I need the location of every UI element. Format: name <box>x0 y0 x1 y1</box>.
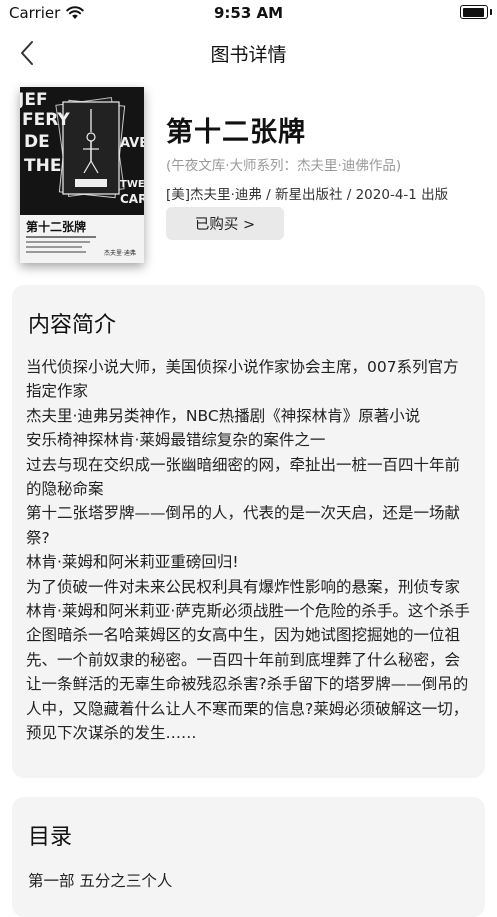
purchased-button[interactable]: 已购买 > <box>166 207 284 240</box>
battery-icon <box>460 5 492 19</box>
intro-card: 内容简介 当代侦探小说大师，美国侦探小说作家协会主席，007系列官方指定作家 杰… <box>12 285 485 778</box>
cover-art: JEF FERY DE AVER THE TWELFTH CARD 第十二张牌 … <box>20 87 144 263</box>
svg-text:第十二张牌: 第十二张牌 <box>26 219 86 234</box>
intro-heading: 内容简介 <box>28 313 117 338</box>
svg-text:杰夫里·迪弗: 杰夫里·迪弗 <box>104 249 136 257</box>
svg-text:TWELFTH: TWELFTH <box>120 179 144 190</box>
svg-text:DE: DE <box>24 132 50 152</box>
navigation-bar: 图书详情 <box>0 26 497 82</box>
toc-item[interactable]: 第一部 五分之三个人 <box>28 869 172 891</box>
svg-text:CARD: CARD <box>120 192 144 206</box>
svg-text:AVER: AVER <box>120 136 144 151</box>
book-cover: JEF FERY DE AVER THE TWELFTH CARD 第十二张牌 … <box>20 87 144 263</box>
toc-card: 目录 第一部 五分之三个人 <box>12 797 485 917</box>
purchased-button-label: 已购买 > <box>194 217 256 233</box>
toc-heading: 目录 <box>28 825 73 850</box>
svg-text:JEF: JEF <box>20 90 48 110</box>
svg-text:FERY: FERY <box>22 110 70 130</box>
svg-text:THE: THE <box>24 156 61 176</box>
book-meta: [美]杰夫里·迪弗 / 新星出版社 / 2020-4-1 出版 <box>166 187 449 203</box>
book-title: 第十二张牌 <box>166 117 306 148</box>
intro-text: 当代侦探小说大师，美国侦探小说作家协会主席，007系列官方指定作家 杰夫里·迪弗… <box>26 358 470 743</box>
status-time: 9:53 AM <box>213 4 284 22</box>
status-bar: Carrier 9:53 AM <box>0 0 497 26</box>
book-series: (午夜文库·大师系列：杰夫里·迪佛作品) <box>166 158 402 174</box>
page-title: 图书详情 <box>210 44 287 66</box>
